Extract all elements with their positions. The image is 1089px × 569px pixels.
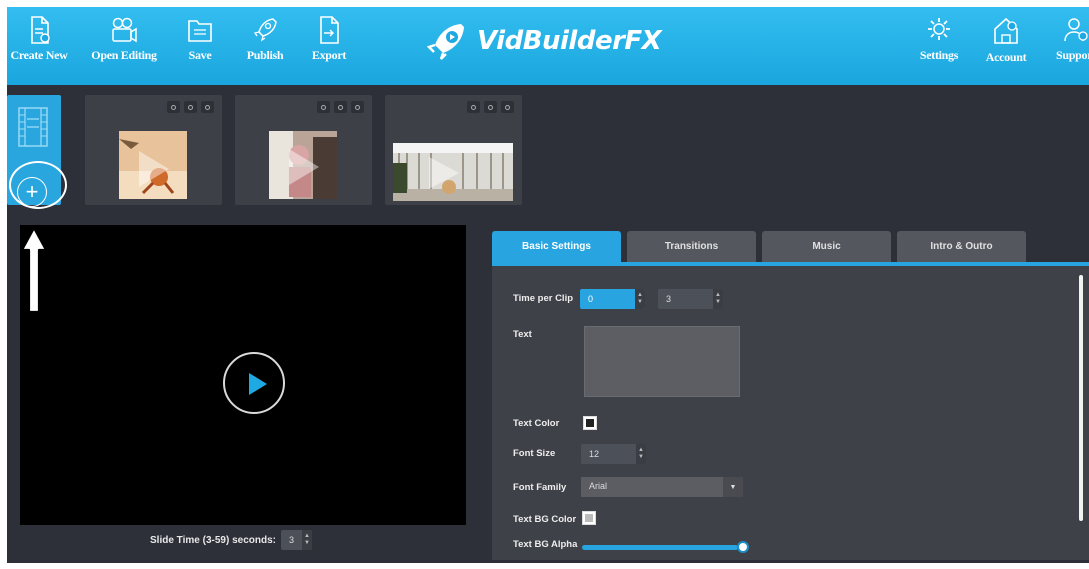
- up-arrow-annotation: [20, 226, 48, 314]
- create-new-label: Create New: [10, 48, 68, 62]
- slide-time-label: Slide Time (3-59) seconds:: [150, 534, 276, 546]
- video-camera-icon: [112, 17, 137, 43]
- clip-rotate-icon[interactable]: [484, 101, 497, 113]
- clip-edit-icon[interactable]: [467, 101, 480, 113]
- clip-thumbnail: [269, 131, 337, 199]
- new-document-icon: [31, 16, 50, 44]
- clip-strip: +: [7, 85, 1089, 215]
- tab-music[interactable]: Music: [762, 231, 891, 263]
- folder-icon: [188, 20, 212, 42]
- app-window: Create New Open Editing Save Publish Exp…: [7, 7, 1089, 569]
- save-button[interactable]: Save: [165, 15, 235, 63]
- text-color-label: Text Color: [513, 418, 560, 429]
- font-family-select[interactable]: Arial ▼: [581, 477, 743, 497]
- clip-delete-icon[interactable]: [351, 101, 364, 113]
- support-user-icon: [1064, 18, 1088, 42]
- bottom-margin: [0, 563, 1089, 569]
- support-button[interactable]: Support: [1041, 15, 1089, 63]
- stepper-arrows-icon[interactable]: ▲ ▼: [635, 289, 645, 309]
- slide-time-stepper[interactable]: 3 ▲ ▼: [280, 530, 312, 550]
- account-button[interactable]: Account: [971, 15, 1041, 65]
- time-per-clip-seconds-value[interactable]: 3: [658, 289, 713, 309]
- clip-thumbnail: [393, 143, 513, 201]
- publish-button[interactable]: Publish: [230, 15, 300, 63]
- clip-card[interactable]: [385, 95, 522, 205]
- clip-delete-icon[interactable]: [501, 101, 514, 113]
- clip-rotate-icon[interactable]: [184, 101, 197, 113]
- save-label: Save: [188, 48, 212, 62]
- clip-rotate-icon[interactable]: [334, 101, 347, 113]
- slide-time-value[interactable]: 3: [281, 530, 302, 550]
- text-bg-color-label: Text BG Color: [513, 514, 577, 525]
- stepper-arrows-icon[interactable]: ▲ ▼: [636, 444, 646, 464]
- export-icon: [320, 16, 339, 44]
- clip-controls: [167, 101, 214, 113]
- time-per-clip-seconds[interactable]: 3 ▲ ▼: [658, 289, 723, 309]
- font-family-label: Font Family: [513, 482, 567, 493]
- play-button[interactable]: [223, 352, 285, 414]
- text-color-swatch[interactable]: [583, 416, 597, 430]
- export-button[interactable]: Export: [294, 15, 364, 63]
- clip-controls: [467, 101, 514, 113]
- clip-card[interactable]: [235, 95, 372, 205]
- settings-button[interactable]: Settings: [904, 15, 974, 63]
- account-label: Account: [985, 50, 1027, 64]
- font-size-value[interactable]: 12: [581, 444, 636, 464]
- panel-scrollbar[interactable]: [1079, 275, 1083, 521]
- app-name: VidBuilderFX: [477, 26, 662, 56]
- clip-edit-icon[interactable]: [317, 101, 330, 113]
- clip-card[interactable]: [85, 95, 222, 205]
- open-editing-label: Open Editing: [91, 48, 157, 62]
- home-account-icon: [994, 17, 1018, 44]
- font-size-label: Font Size: [513, 448, 556, 459]
- slider-handle[interactable]: [737, 541, 749, 553]
- chevron-down-icon: ▼: [723, 477, 743, 497]
- text-label: Text: [513, 329, 532, 340]
- publish-label: Publish: [246, 48, 284, 62]
- font-family-value: Arial: [589, 481, 608, 491]
- text-input[interactable]: [584, 326, 740, 397]
- film-strip-icon: [18, 107, 48, 147]
- support-label: Support: [1056, 48, 1089, 62]
- clip-delete-icon[interactable]: [201, 101, 214, 113]
- time-per-clip-minutes-value[interactable]: 0: [580, 289, 635, 309]
- stepper-arrows-icon[interactable]: ▲ ▼: [713, 289, 723, 309]
- top-toolbar: Create New Open Editing Save Publish Exp…: [7, 7, 1089, 85]
- clip-thumbnail: [119, 131, 187, 199]
- text-bg-alpha-slider[interactable]: [582, 545, 738, 550]
- time-per-clip-minutes[interactable]: 0 ▲ ▼: [580, 289, 645, 309]
- tab-basic-settings[interactable]: Basic Settings: [492, 231, 621, 263]
- settings-label: Settings: [919, 48, 959, 62]
- rocket-icon: [253, 18, 277, 42]
- create-new-button[interactable]: Create New: [7, 15, 74, 63]
- tab-intro-outro[interactable]: Intro & Outro: [897, 231, 1026, 263]
- video-preview[interactable]: [20, 225, 466, 525]
- font-size-stepper[interactable]: 12 ▲ ▼: [581, 444, 646, 464]
- stepper-arrows-icon[interactable]: ▲ ▼: [301, 530, 312, 550]
- time-per-clip-label: Time per Clip: [513, 293, 574, 304]
- export-label: Export: [311, 48, 347, 62]
- gear-icon: [928, 18, 950, 40]
- clip-controls: [317, 101, 364, 113]
- text-bg-color-swatch[interactable]: [582, 511, 596, 525]
- rocket-logo-icon: [427, 24, 464, 60]
- open-editing-button[interactable]: Open Editing: [89, 15, 159, 63]
- tab-transitions[interactable]: Transitions: [627, 231, 756, 263]
- clip-edit-icon[interactable]: [167, 101, 180, 113]
- text-bg-alpha-label: Text BG Alpha: [513, 539, 578, 550]
- app-logo: VidBuilderFX: [427, 21, 662, 61]
- slide-time-control: Slide Time (3-59) seconds: 3 ▲ ▼: [150, 530, 312, 550]
- highlight-circle: [9, 161, 67, 209]
